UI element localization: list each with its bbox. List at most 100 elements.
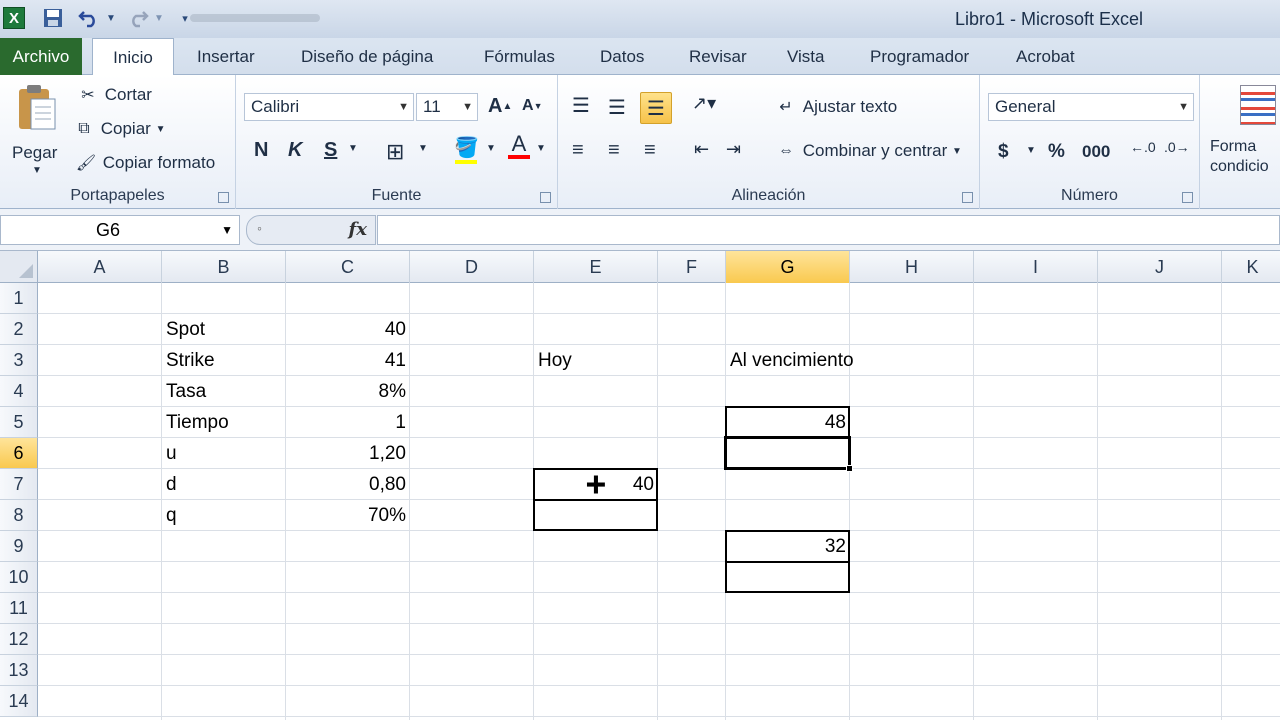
wrap-text-button[interactable]: ↵ Ajustar texto <box>774 95 897 119</box>
align-top-icon[interactable]: ☰ <box>572 93 590 118</box>
column-header-d[interactable]: D <box>410 251 534 283</box>
conditional-format-icon[interactable] <box>1240 85 1276 125</box>
underline-dropdown-icon[interactable]: ▼ <box>348 143 358 154</box>
cut-button[interactable]: ✂ Cortar <box>76 83 152 107</box>
merge-center-button[interactable]: ⇔ Combinar y centrar ▼ <box>774 139 962 163</box>
tab-vista[interactable]: Vista <box>787 38 825 75</box>
shrink-font-icon[interactable]: A ▼ <box>522 97 542 115</box>
percent-button[interactable]: % <box>1048 141 1065 163</box>
column-header-b[interactable]: B <box>162 251 286 283</box>
currency-dropdown-icon[interactable]: ▼ <box>1026 145 1036 156</box>
cell-b3[interactable]: Strike <box>162 345 215 376</box>
cell-b7[interactable]: d <box>162 469 177 500</box>
font-name-combo[interactable]: Calibri ▼ <box>244 93 414 121</box>
row-header-13[interactable]: 13 <box>0 655 38 686</box>
cell-c3[interactable]: 41 <box>286 345 410 376</box>
orientation-icon[interactable]: ↗▾ <box>692 93 716 114</box>
formula-input[interactable] <box>377 215 1280 245</box>
fill-dropdown-icon[interactable]: ▼ <box>486 143 496 154</box>
borders-icon[interactable]: ⊞ <box>386 139 404 165</box>
cell-b2[interactable]: Spot <box>162 314 205 345</box>
row-header-6[interactable]: 6 <box>0 438 38 469</box>
tab-formulas[interactable]: Fórmulas <box>484 38 555 75</box>
row-header-11[interactable]: 11 <box>0 593 38 624</box>
alignment-launcher-icon[interactable] <box>962 192 973 203</box>
cell-g3[interactable]: Al vencimiento <box>726 345 854 376</box>
decrease-decimal-icon[interactable]: .0→ <box>1164 139 1190 155</box>
undo-dropdown-icon[interactable]: ▼ <box>104 6 118 30</box>
row-header-4[interactable]: 4 <box>0 376 38 407</box>
paste-button[interactable]: Pegar ▼ <box>8 81 66 181</box>
column-header-j[interactable]: J <box>1098 251 1222 283</box>
cell-c6[interactable]: 1,20 <box>286 438 410 469</box>
tab-diseno-pagina[interactable]: Diseño de página <box>301 38 433 75</box>
name-box[interactable]: G6 ▼ <box>0 215 240 245</box>
align-left-icon[interactable]: ≡ <box>572 139 584 162</box>
row-header-7[interactable]: 7 <box>0 469 38 500</box>
active-cell-selection[interactable] <box>724 436 851 470</box>
row-header-14[interactable]: 14 <box>0 686 38 717</box>
increase-indent-icon[interactable]: ⇥ <box>726 139 741 160</box>
fill-handle[interactable] <box>846 465 853 472</box>
thousands-button[interactable]: 000 <box>1082 142 1110 162</box>
tab-archivo[interactable]: Archivo <box>0 38 82 75</box>
font-launcher-icon[interactable] <box>540 192 551 203</box>
currency-button[interactable]: $ <box>998 141 1009 163</box>
column-header-i[interactable]: I <box>974 251 1098 283</box>
tab-programador[interactable]: Programador <box>870 38 969 75</box>
cell-c7[interactable]: 0,80 <box>286 469 410 500</box>
column-header-k[interactable]: K <box>1222 251 1280 283</box>
number-format-combo[interactable]: General ▼ <box>988 93 1194 121</box>
redo-dropdown-icon[interactable]: ▼ <box>152 6 166 30</box>
underline-button[interactable]: S <box>324 139 337 162</box>
row-header-9[interactable]: 9 <box>0 531 38 562</box>
cell-c5[interactable]: 1 <box>286 407 410 438</box>
increase-decimal-icon[interactable]: ←.0 <box>1130 139 1156 155</box>
column-header-e[interactable]: E <box>534 251 658 283</box>
number-launcher-icon[interactable] <box>1182 192 1193 203</box>
bold-button[interactable]: N <box>254 139 268 162</box>
italic-button[interactable]: K <box>288 139 302 162</box>
cell-c8[interactable]: 70% <box>286 500 410 531</box>
cell-c2[interactable]: 40 <box>286 314 410 345</box>
cell-b5[interactable]: Tiempo <box>162 407 229 438</box>
cell-b4[interactable]: Tasa <box>162 376 206 407</box>
cell-b6[interactable]: u <box>162 438 177 469</box>
align-bottom-icon[interactable]: ☰ <box>640 92 672 124</box>
select-all-corner[interactable] <box>0 251 38 283</box>
tab-datos[interactable]: Datos <box>600 38 644 75</box>
decrease-indent-icon[interactable]: ⇤ <box>694 139 709 160</box>
column-header-h[interactable]: H <box>850 251 974 283</box>
row-header-3[interactable]: 3 <box>0 345 38 376</box>
format-painter-button[interactable]: 🖌 Copiar formato <box>74 151 215 175</box>
undo-icon[interactable] <box>74 6 104 30</box>
insert-function-icon[interactable]: fx <box>349 219 367 240</box>
cell-b8[interactable]: q <box>162 500 177 531</box>
tab-acrobat[interactable]: Acrobat <box>1016 38 1075 75</box>
align-center-icon[interactable]: ≡ <box>608 139 620 162</box>
row-header-5[interactable]: 5 <box>0 407 38 438</box>
tab-insertar[interactable]: Insertar <box>197 38 255 75</box>
cell-c4[interactable]: 8% <box>286 376 410 407</box>
clipboard-launcher-icon[interactable] <box>218 192 229 203</box>
cell-e3[interactable]: Hoy <box>534 345 572 376</box>
copy-button[interactable]: ⧉ Copiar ▼ <box>72 117 165 141</box>
font-color-button[interactable]: A <box>508 133 530 159</box>
row-header-1[interactable]: 1 <box>0 283 38 314</box>
font-color-dropdown-icon[interactable]: ▼ <box>536 143 546 154</box>
row-header-8[interactable]: 8 <box>0 500 38 531</box>
column-header-a[interactable]: A <box>38 251 162 283</box>
grow-font-icon[interactable]: A ▲ <box>488 95 512 118</box>
tab-inicio[interactable]: Inicio <box>92 38 174 76</box>
redo-icon[interactable] <box>124 6 152 30</box>
borders-dropdown-icon[interactable]: ▼ <box>418 143 428 154</box>
row-header-12[interactable]: 12 <box>0 624 38 655</box>
excel-logo-icon[interactable]: X <box>3 7 25 29</box>
save-icon[interactable] <box>40 6 66 30</box>
conditional-format-label[interactable]: Forma condicio <box>1210 137 1280 177</box>
row-header-2[interactable]: 2 <box>0 314 38 345</box>
align-right-icon[interactable]: ≡ <box>644 139 656 162</box>
font-size-combo[interactable]: 11 ▼ <box>416 93 478 121</box>
align-middle-icon[interactable]: ☰ <box>608 95 626 120</box>
tab-revisar[interactable]: Revisar <box>689 38 747 75</box>
